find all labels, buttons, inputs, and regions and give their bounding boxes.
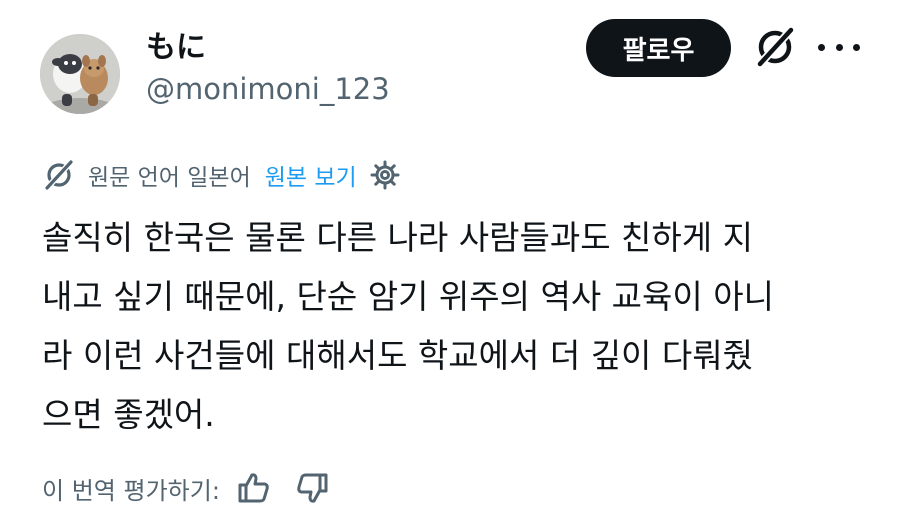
dot	[853, 43, 860, 51]
dot	[818, 43, 825, 51]
follow-button[interactable]: 팔로우	[586, 19, 731, 77]
grok-icon	[44, 159, 74, 191]
dot	[835, 43, 843, 51]
user-handle[interactable]: @monimoni_123	[146, 72, 390, 106]
grok-icon[interactable]	[752, 24, 798, 70]
post-text-line: 내고 싶기 때문에, 단순 암기 위주의 역사 교육이 아니	[42, 277, 774, 316]
show-original-link[interactable]: 원본 보기	[265, 158, 357, 192]
translation-bar: 원문 언어 일본어 원본 보기	[42, 155, 401, 195]
avatar[interactable]	[40, 34, 120, 114]
gear-icon[interactable]	[369, 159, 401, 191]
post-text-line: 라 이런 사건들에 대해서도 학교에서 더 깊이 다뤄줬	[42, 336, 753, 375]
post-text: 솔직히 한국은 물론 다른 나라 사람들과도 친하게 지 내고 싶기 때문에, …	[42, 208, 862, 444]
rate-translation: 이 번역 평가하기:	[42, 466, 352, 510]
thumbs-down-icon[interactable]	[294, 470, 330, 506]
more-icon[interactable]	[818, 34, 860, 60]
thumbs-up-icon[interactable]	[236, 470, 272, 506]
post-text-line: 으면 좋겠어.	[42, 395, 215, 434]
post-text-line: 솔직히 한국은 물론 다른 나라 사람들과도 친하게 지	[42, 218, 753, 257]
plush-toy-avatar-icon	[40, 34, 120, 114]
translation-info: 원문 언어 일본어	[88, 165, 251, 191]
display-name[interactable]: もに	[146, 22, 206, 66]
rate-translation-label: 이 번역 평가하기:	[42, 476, 220, 505]
